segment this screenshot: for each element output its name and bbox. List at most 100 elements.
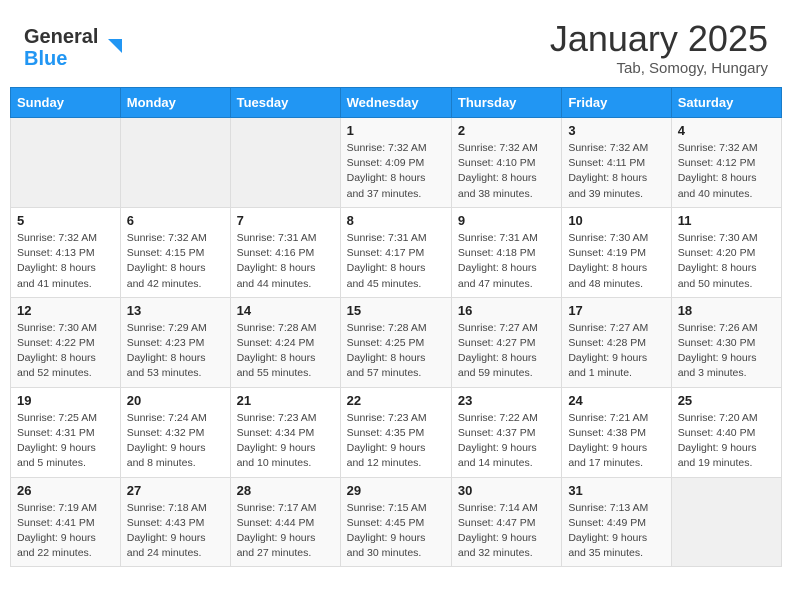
day-info: Sunrise: 7:32 AM Sunset: 4:11 PM Dayligh… [568,141,664,202]
day-number: 8 [347,213,445,228]
day-number: 2 [458,123,555,138]
calendar-cell [230,118,340,208]
day-info: Sunrise: 7:30 AM Sunset: 4:22 PM Dayligh… [17,321,114,382]
calendar-cell: 11 Sunrise: 7:30 AM Sunset: 4:20 PM Dayli… [671,207,781,297]
title-block: January 2025 Tab, Somogy, Hungary [550,18,768,77]
day-info: Sunrise: 7:20 AM Sunset: 4:40 PM Dayligh… [678,411,775,472]
calendar-cell: 18Sunrise: 7:26 AM Sunset: 4:30 PM Dayli… [671,297,781,387]
calendar-cell [671,477,781,567]
calendar-cell: 4Sunrise: 7:32 AM Sunset: 4:12 PM Daylig… [671,118,781,208]
day-number: 30 [458,483,555,498]
day-number: 3 [568,123,664,138]
day-info: Sunrise: 7:32 AM Sunset: 4:13 PM Dayligh… [17,231,114,292]
day-number: 1 [347,123,445,138]
calendar-week-3: 12 Sunrise: 7:30 AM Sunset: 4:22 PM Dayli… [11,297,782,387]
calendar-cell: 6 Sunrise: 7:32 AM Sunset: 4:15 PM Daylig… [120,207,230,297]
calendar-cell: 7Sunrise: 7:31 AM Sunset: 4:16 PM Daylig… [230,207,340,297]
calendar-wrapper: Sunday Monday Tuesday Wednesday Thursday… [0,87,792,577]
day-number: 4 [678,123,775,138]
day-info: Sunrise: 7:28 AM Sunset: 4:24 PM Dayligh… [237,321,334,382]
col-thursday: Thursday [451,88,561,118]
day-number: 15 [347,303,445,318]
day-number: 6 [127,213,224,228]
day-number: 31 [568,483,664,498]
day-info: Sunrise: 7:31 AM Sunset: 4:18 PM Dayligh… [458,231,555,292]
calendar-cell [120,118,230,208]
day-number: 20 [127,393,224,408]
day-number: 5 [17,213,114,228]
logo-text: General Blue [24,26,98,70]
day-info: Sunrise: 7:28 AM Sunset: 4:25 PM Dayligh… [347,321,445,382]
day-number: 26 [17,483,114,498]
day-info: Sunrise: 7:14 AM Sunset: 4:47 PM Dayligh… [458,501,555,562]
calendar-cell: 2 Sunrise: 7:32 AM Sunset: 4:10 PM Daylig… [451,118,561,208]
day-number: 28 [237,483,334,498]
calendar-cell: 23Sunrise: 7:22 AM Sunset: 4:37 PM Dayli… [451,387,561,477]
day-info: Sunrise: 7:31 AM Sunset: 4:17 PM Dayligh… [347,231,445,292]
calendar-cell: 21 Sunrise: 7:23 AM Sunset: 4:34 PM Dayli… [230,387,340,477]
calendar-cell: 22Sunrise: 7:23 AM Sunset: 4:35 PM Dayli… [340,387,451,477]
day-info: Sunrise: 7:18 AM Sunset: 4:43 PM Dayligh… [127,501,224,562]
location-subtitle: Tab, Somogy, Hungary [550,60,768,77]
calendar-week-4: 19Sunrise: 7:25 AM Sunset: 4:31 PM Dayli… [11,387,782,477]
day-info: Sunrise: 7:30 AM Sunset: 4:19 PM Dayligh… [568,231,664,292]
day-info: Sunrise: 7:25 AM Sunset: 4:31 PM Dayligh… [17,411,114,472]
day-info: Sunrise: 7:27 AM Sunset: 4:28 PM Dayligh… [568,321,664,382]
day-number: 9 [458,213,555,228]
day-number: 29 [347,483,445,498]
calendar-table: Sunday Monday Tuesday Wednesday Thursday… [10,87,782,567]
calendar-cell: 13 Sunrise: 7:29 AM Sunset: 4:23 PM Dayli… [120,297,230,387]
day-info: Sunrise: 7:30 AM Sunset: 4:20 PM Dayligh… [678,231,775,292]
day-info: Sunrise: 7:32 AM Sunset: 4:10 PM Dayligh… [458,141,555,202]
calendar-cell: 20 Sunrise: 7:24 AM Sunset: 4:32 PM Dayli… [120,387,230,477]
day-number: 17 [568,303,664,318]
logo-general: General [24,26,98,48]
day-number: 16 [458,303,555,318]
calendar-cell: 19Sunrise: 7:25 AM Sunset: 4:31 PM Dayli… [11,387,121,477]
col-monday: Monday [120,88,230,118]
calendar-cell: 3 Sunrise: 7:32 AM Sunset: 4:11 PM Daylig… [562,118,671,208]
month-title: January 2025 [550,18,768,60]
calendar-cell: 9 Sunrise: 7:31 AM Sunset: 4:18 PM Daylig… [451,207,561,297]
day-number: 27 [127,483,224,498]
day-info: Sunrise: 7:32 AM Sunset: 4:09 PM Dayligh… [347,141,445,202]
logo-icon [100,35,122,57]
day-info: Sunrise: 7:21 AM Sunset: 4:38 PM Dayligh… [568,411,664,472]
col-saturday: Saturday [671,88,781,118]
day-info: Sunrise: 7:32 AM Sunset: 4:15 PM Dayligh… [127,231,224,292]
calendar-cell [11,118,121,208]
calendar-cell: 17 Sunrise: 7:27 AM Sunset: 4:28 PM Dayli… [562,297,671,387]
calendar-cell: 25 Sunrise: 7:20 AM Sunset: 4:40 PM Dayli… [671,387,781,477]
calendar-cell: 28 Sunrise: 7:17 AM Sunset: 4:44 PM Dayli… [230,477,340,567]
day-info: Sunrise: 7:23 AM Sunset: 4:34 PM Dayligh… [237,411,334,472]
day-info: Sunrise: 7:27 AM Sunset: 4:27 PM Dayligh… [458,321,555,382]
day-number: 23 [458,393,555,408]
calendar-cell: 27 Sunrise: 7:18 AM Sunset: 4:43 PM Dayli… [120,477,230,567]
calendar-cell: 30 Sunrise: 7:14 AM Sunset: 4:47 PM Dayli… [451,477,561,567]
day-number: 12 [17,303,114,318]
page-header: General Blue January 2025 Tab, Somogy, H… [0,0,792,87]
col-sunday: Sunday [11,88,121,118]
day-info: Sunrise: 7:17 AM Sunset: 4:44 PM Dayligh… [237,501,334,562]
logo: General Blue [24,26,122,70]
day-number: 14 [237,303,334,318]
day-number: 22 [347,393,445,408]
day-info: Sunrise: 7:26 AM Sunset: 4:30 PM Dayligh… [678,321,775,382]
calendar-cell: 8 Sunrise: 7:31 AM Sunset: 4:17 PM Daylig… [340,207,451,297]
day-info: Sunrise: 7:15 AM Sunset: 4:45 PM Dayligh… [347,501,445,562]
day-info: Sunrise: 7:24 AM Sunset: 4:32 PM Dayligh… [127,411,224,472]
calendar-cell: 29 Sunrise: 7:15 AM Sunset: 4:45 PM Dayli… [340,477,451,567]
calendar-week-2: 5 Sunrise: 7:32 AM Sunset: 4:13 PM Daylig… [11,207,782,297]
calendar-week-5: 26 Sunrise: 7:19 AM Sunset: 4:41 PM Dayli… [11,477,782,567]
day-info: Sunrise: 7:19 AM Sunset: 4:41 PM Dayligh… [17,501,114,562]
calendar-cell: 12 Sunrise: 7:30 AM Sunset: 4:22 PM Dayli… [11,297,121,387]
col-wednesday: Wednesday [340,88,451,118]
calendar-cell: 15 Sunrise: 7:28 AM Sunset: 4:25 PM Dayli… [340,297,451,387]
day-number: 21 [237,393,334,408]
day-info: Sunrise: 7:29 AM Sunset: 4:23 PM Dayligh… [127,321,224,382]
day-number: 13 [127,303,224,318]
day-number: 11 [678,213,775,228]
day-number: 7 [237,213,334,228]
calendar-week-1: 1 Sunrise: 7:32 AM Sunset: 4:09 PM Daylig… [11,118,782,208]
day-number: 25 [678,393,775,408]
